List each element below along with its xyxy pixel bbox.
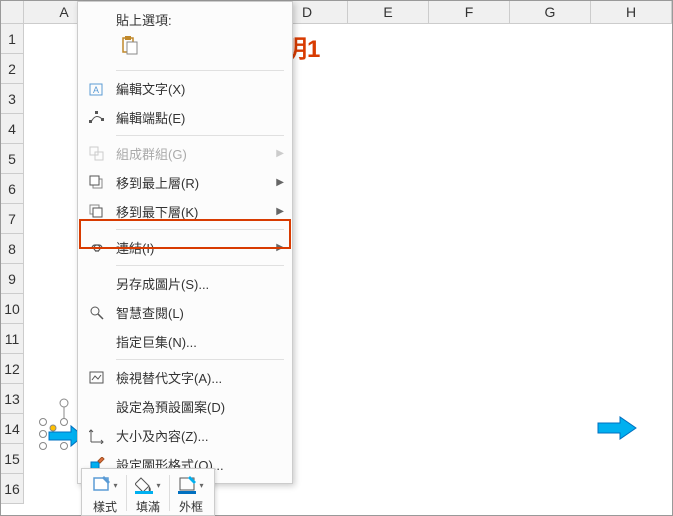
col-header[interactable]: E [348,1,429,23]
toolbar-fill-button[interactable]: ▾ 填滿 [129,471,167,515]
paste-options-label: 貼上選項: [86,10,284,33]
row-header[interactable]: 16 [1,474,23,504]
send-back-icon [86,203,108,221]
row-header[interactable]: 8 [1,234,23,264]
bring-front-icon [86,174,108,192]
row-header[interactable]: 14 [1,414,23,444]
chevron-right-icon: ▶ [276,177,284,188]
row-header[interactable]: 4 [1,114,23,144]
menu-edit-text[interactable]: A 編輯文字(X) [78,74,292,103]
row-header[interactable]: 12 [1,354,23,384]
col-header[interactable]: G [510,1,591,23]
row-header[interactable]: 7 [1,204,23,234]
row-header[interactable]: 13 [1,384,23,414]
alt-text-icon [86,369,108,387]
menu-assign-macro[interactable]: 指定巨集(N)... [78,327,292,356]
row-header[interactable]: 5 [1,144,23,174]
svg-text:A: A [93,85,99,95]
row-header[interactable]: 11 [1,324,23,354]
row-header[interactable]: 1 [1,24,23,54]
row-header[interactable]: 2 [1,54,23,84]
menu-alt-text[interactable]: 檢視替代文字(A)... [78,363,292,392]
outline-icon: ▾ [178,474,203,496]
chevron-right-icon: ▶ [276,242,284,253]
mini-toolbar: ▾ 樣式 ▾ 填滿 ▾ 外框 [81,468,215,516]
link-icon [86,239,108,257]
menu-smart-lookup[interactable]: 智慧查閱(L) [78,298,292,327]
menu-group: 組成群組(G) ▶ [78,139,292,168]
style-icon: ▾ [92,474,117,496]
row-header[interactable]: 10 [1,294,23,324]
chevron-right-icon: ▶ [276,148,284,159]
row-header[interactable]: 6 [1,174,23,204]
group-icon [86,145,108,163]
menu-edit-points[interactable]: 編輯端點(E) [78,103,292,132]
toolbar-outline-button[interactable]: ▾ 外框 [172,471,210,515]
menu-set-default-shape[interactable]: 設定為預設圖案(D) [78,392,292,421]
fill-icon: ▾ [135,474,160,496]
toolbar-style-button[interactable]: ▾ 樣式 [86,471,124,515]
menu-send-back[interactable]: 移到最下層(K) ▶ [78,197,292,226]
paste-button[interactable] [116,33,142,59]
edit-points-icon [86,109,108,127]
menu-link[interactable]: 連結(I) ▶ [78,233,292,262]
chevron-right-icon: ▶ [276,206,284,217]
row-headers: 1 2 3 4 5 6 7 8 9 10 11 12 13 14 15 16 [1,24,24,504]
smart-lookup-icon [86,304,108,322]
row-header[interactable]: 9 [1,264,23,294]
menu-size-properties[interactable]: 大小及內容(Z)... [78,421,292,450]
col-header[interactable]: H [591,1,672,23]
arrow-shape[interactable] [596,415,638,444]
row-header[interactable]: 3 [1,84,23,114]
row-header[interactable]: 15 [1,444,23,474]
size-icon [86,427,108,445]
context-menu: 貼上選項: A 編輯文字(X) 編輯端點(E) 組成群組(G) ▶ 移到最上層(… [77,1,293,484]
menu-bring-front[interactable]: 移到最上層(R) ▶ [78,168,292,197]
edit-text-icon: A [86,80,108,98]
menu-save-as-picture[interactable]: 另存成圖片(S)... [78,269,292,298]
col-header[interactable]: F [429,1,510,23]
